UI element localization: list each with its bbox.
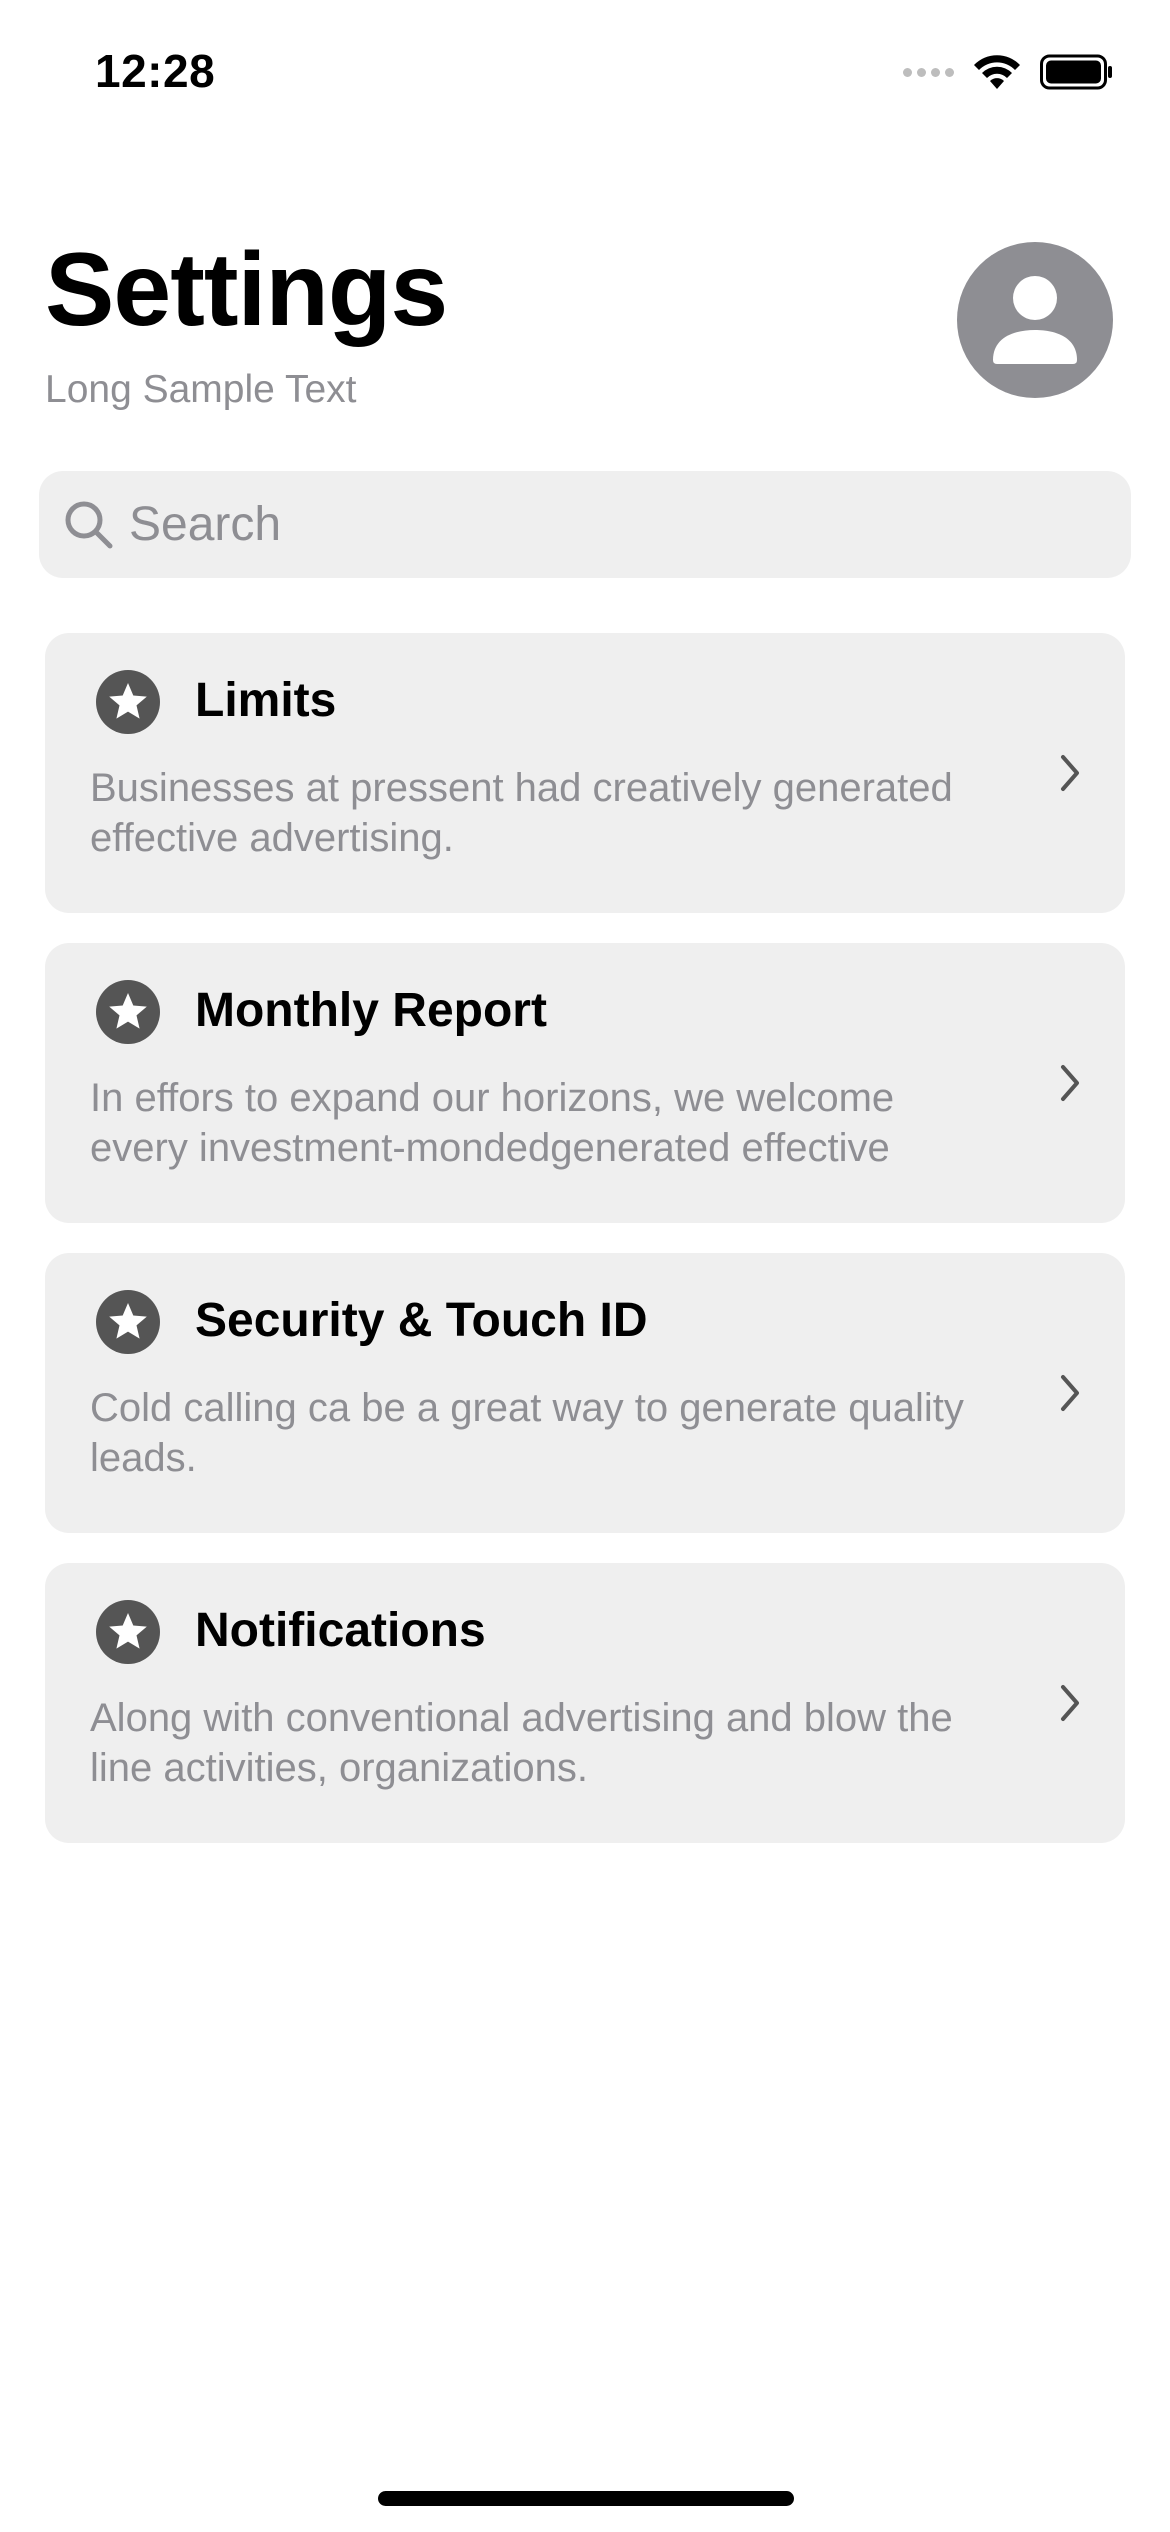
item-title: Notifications [195,1604,486,1657]
star-icon [96,1600,160,1664]
person-icon [993,276,1077,364]
item-description: Cold calling ca be a great way to genera… [90,1386,964,1480]
chevron-right-icon [1061,1065,1079,1101]
chevron-right-icon [1061,1375,1079,1411]
avatar-button[interactable] [957,242,1113,398]
search-bar[interactable] [39,471,1131,578]
status-bar: 12:28 [0,0,1170,150]
cellular-signal-icon [903,67,954,77]
item-description: In effors to expand our horizons, we wel… [90,1076,895,1170]
chevron-right-icon [1061,1685,1079,1721]
item-description: Along with conventional advertising and … [90,1696,953,1790]
search-icon [61,497,117,553]
status-time: 12:28 [95,45,216,97]
search-input[interactable] [127,496,1031,553]
item-title: Monthly Report [195,984,547,1037]
settings-item-limits[interactable]: Limits Businesses at pressent had creati… [45,633,1125,913]
status-icons [903,52,1114,92]
star-icon [96,1290,160,1354]
star-icon [96,980,160,1044]
star-icon [96,670,160,734]
wifi-icon [974,55,1020,89]
home-indicator[interactable] [378,2491,794,2506]
battery-icon [1040,54,1112,90]
settings-item-notifications[interactable]: Notifications Along with conventional ad… [45,1563,1125,1843]
page-title: Settings [45,232,448,348]
page-subtitle: Long Sample Text [45,368,357,411]
item-title: Security & Touch ID [195,1294,648,1347]
item-description: Businesses at pressent had creatively ge… [90,766,953,860]
item-title: Limits [195,674,337,727]
settings-item-security-touch-id[interactable]: Security & Touch ID Cold calling ca be a… [45,1253,1125,1533]
chevron-right-icon [1061,755,1079,791]
settings-item-monthly-report[interactable]: Monthly Report In effors to expand our h… [45,943,1125,1223]
